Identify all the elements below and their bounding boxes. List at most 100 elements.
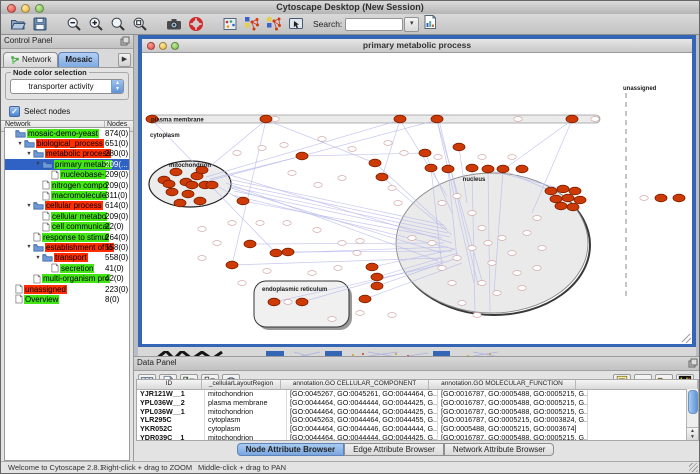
table-row[interactable]: YJR121W__1mitochondrion[GO:0045267, GO:0… bbox=[137, 390, 698, 399]
network-node[interactable] bbox=[497, 165, 509, 173]
float-data-panel-icon[interactable] bbox=[688, 358, 698, 368]
network-node[interactable] bbox=[478, 281, 486, 286]
network-node[interactable] bbox=[371, 273, 383, 281]
help-button[interactable] bbox=[187, 15, 205, 34]
network-edge[interactable] bbox=[503, 120, 572, 170]
network-node[interactable] bbox=[428, 241, 436, 246]
report-button[interactable] bbox=[421, 13, 439, 32]
network-node[interactable] bbox=[296, 298, 308, 306]
column-header[interactable]: annotation.GO MOLECULAR_FUNCTION bbox=[429, 380, 576, 389]
network-node[interactable] bbox=[388, 186, 396, 191]
expander-icon[interactable]: ▼ bbox=[16, 141, 24, 147]
expander-icon[interactable]: ▼ bbox=[25, 244, 33, 250]
network-edge[interactable] bbox=[382, 120, 400, 177]
network-graph[interactable]: plasma membranecytoplasmmitochondrionnuc… bbox=[142, 53, 692, 344]
tab-network[interactable]: Network bbox=[3, 52, 58, 67]
network-node[interactable] bbox=[268, 298, 280, 306]
network-node[interactable] bbox=[263, 269, 271, 274]
cell-id[interactable]: YKR052C bbox=[137, 425, 205, 434]
cell-region[interactable]: mitochondrion bbox=[205, 390, 287, 399]
network-node[interactable] bbox=[566, 115, 578, 123]
network-node[interactable] bbox=[308, 271, 316, 276]
network-node[interactable] bbox=[366, 263, 378, 271]
tree-row-unassigned[interactable]: unassigned223(0) bbox=[5, 284, 129, 294]
network-node[interactable] bbox=[550, 195, 562, 203]
network-node[interactable] bbox=[338, 241, 346, 246]
tree-row-cell-communicat[interactable]: cell communicat22(0) bbox=[5, 222, 129, 232]
network-node[interactable] bbox=[296, 152, 308, 160]
network-node[interactable] bbox=[458, 301, 466, 306]
cell-cellular-component[interactable]: [GO:0045267, GO:0045261, GO:0044464, G..… bbox=[287, 390, 438, 399]
table-row[interactable]: YKR052Ccytoplasm[GO:0044464, GO:0044446,… bbox=[137, 425, 698, 434]
tree-row-transport[interactable]: ▼transport558(0) bbox=[5, 253, 129, 263]
cell-id[interactable]: YLR295C bbox=[137, 416, 205, 425]
tree-row-primary-metabo[interactable]: ▼primary metabo209(... bbox=[5, 159, 129, 169]
network-node[interactable] bbox=[545, 187, 557, 195]
cell-region[interactable]: mitochondrion bbox=[205, 408, 287, 417]
layout-blue-button[interactable] bbox=[243, 15, 261, 34]
network-node[interactable] bbox=[258, 146, 266, 151]
network-node[interactable] bbox=[284, 300, 292, 305]
network-node[interactable] bbox=[182, 190, 194, 198]
network-node[interactable] bbox=[498, 236, 506, 241]
tree-row-macromolecule[interactable]: macromolecule311(0) bbox=[5, 190, 129, 200]
network-node[interactable] bbox=[478, 226, 486, 231]
cell-region[interactable]: plasma membrane bbox=[205, 399, 287, 408]
network-node[interactable] bbox=[356, 311, 364, 316]
network-node[interactable] bbox=[288, 171, 296, 176]
network-node[interactable] bbox=[206, 181, 218, 189]
network-node[interactable] bbox=[314, 183, 322, 188]
tree-row-mosaic-demo-yeast[interactable]: mosaic-demo-yeast874(0) bbox=[5, 128, 129, 138]
network-node[interactable] bbox=[567, 203, 579, 211]
cell-cellular-component[interactable]: [GO:0044464, GO:0044444, GO:0044425, G..… bbox=[287, 408, 438, 417]
float-panel-icon[interactable] bbox=[120, 36, 130, 46]
annotation-desktop-button[interactable] bbox=[287, 15, 305, 34]
network-node[interactable] bbox=[466, 164, 478, 172]
search-input[interactable] bbox=[345, 18, 403, 31]
tab-mosaic[interactable]: Mosaic bbox=[58, 52, 99, 67]
network-node[interactable] bbox=[493, 291, 501, 296]
window-resize-grip[interactable] bbox=[689, 463, 698, 472]
network-node[interactable] bbox=[334, 266, 342, 271]
network-node[interactable] bbox=[673, 194, 685, 202]
network-node[interactable] bbox=[518, 286, 526, 291]
scrollbar-thumb[interactable] bbox=[688, 390, 698, 414]
column-header[interactable]: _cellularLayoutRegion bbox=[202, 380, 281, 389]
network-node[interactable] bbox=[488, 261, 496, 266]
network-node[interactable] bbox=[448, 281, 456, 286]
network-node[interactable] bbox=[328, 317, 336, 322]
network-node[interactable] bbox=[438, 266, 446, 271]
zoom-region-button[interactable] bbox=[131, 15, 149, 34]
network-node[interactable] bbox=[384, 141, 392, 146]
network-node[interactable] bbox=[376, 173, 388, 181]
scrollbar-arrows[interactable]: ▲▼ bbox=[687, 427, 698, 440]
cell-region[interactable]: cytoplasm bbox=[205, 416, 287, 425]
network-node[interactable] bbox=[508, 251, 516, 256]
network-node[interactable] bbox=[468, 246, 476, 251]
network-edge[interactable] bbox=[206, 120, 400, 177]
expander-icon[interactable]: ▼ bbox=[25, 151, 33, 157]
zoom-out-button[interactable] bbox=[65, 15, 83, 34]
network-node[interactable] bbox=[353, 251, 361, 256]
network-node[interactable] bbox=[468, 211, 476, 216]
network-node[interactable] bbox=[198, 227, 206, 232]
cell-id[interactable]: YDR039C__1 bbox=[137, 434, 205, 441]
expander-icon[interactable]: ▼ bbox=[34, 161, 42, 167]
expander-icon[interactable]: ▼ bbox=[34, 255, 42, 261]
network-node[interactable] bbox=[419, 149, 431, 157]
network-node[interactable] bbox=[166, 188, 178, 196]
network-node[interactable] bbox=[533, 216, 541, 221]
network-node[interactable] bbox=[338, 176, 346, 181]
network-node[interactable] bbox=[442, 165, 454, 173]
cell-molecular-function[interactable]: [GO:0005488, GO:0005215, GO:0003674] bbox=[438, 425, 588, 434]
network-node[interactable] bbox=[516, 165, 528, 173]
network-node[interactable] bbox=[233, 151, 241, 156]
node-color-dropdown[interactable]: transporter activity ▲▼ bbox=[10, 79, 124, 94]
tree-row-cellular-metabo[interactable]: cellular metabo209(0) bbox=[5, 211, 129, 221]
cell-molecular-function[interactable]: [GO:0016787, GO:0005488, GO:0005215, G..… bbox=[438, 408, 588, 417]
table-row[interactable]: YDR039C__1mitochondrion[GO:0044464, GO:0… bbox=[137, 434, 698, 441]
network-node[interactable] bbox=[408, 236, 416, 241]
network-node[interactable] bbox=[394, 115, 406, 123]
network-edge[interactable] bbox=[210, 156, 302, 179]
tab-scroll-right-button[interactable]: ▶ bbox=[118, 53, 131, 67]
